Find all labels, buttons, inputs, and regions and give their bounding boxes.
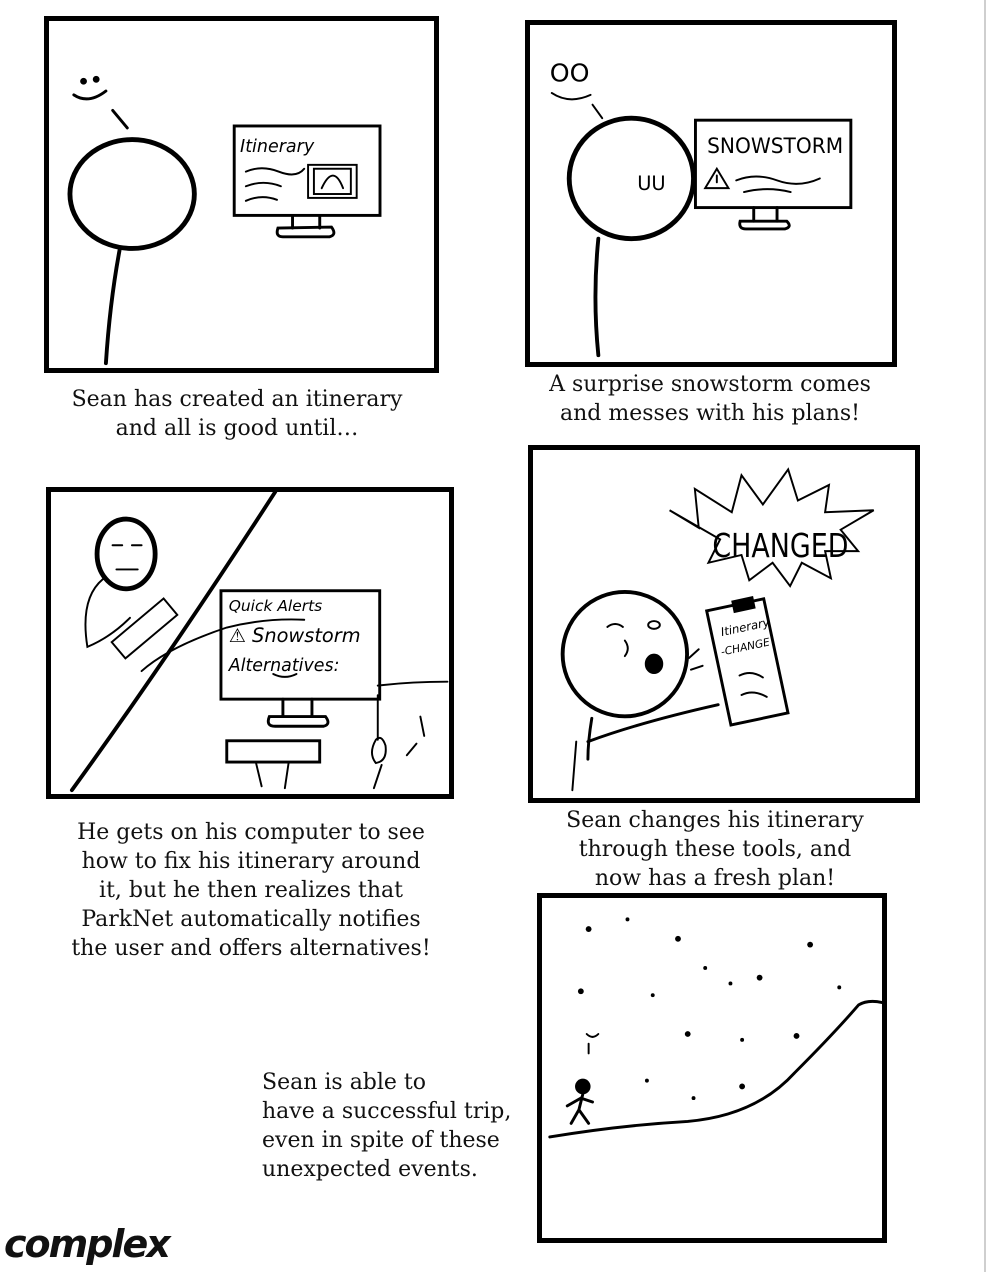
- panel-2-cheeks-text: UU: [637, 172, 665, 195]
- panel-4: CHANGED Itinerary -CHANGE: [528, 445, 920, 803]
- panel-1-caption: Sean has created an itinerary and all is…: [52, 385, 422, 443]
- panel-2-screen-text: SNOWSTORM: [707, 134, 843, 159]
- caption-line: have a successful trip,: [262, 1099, 512, 1124]
- caption-line: He gets on his computer to see: [77, 820, 425, 845]
- panel-3: Quick Alerts ⚠ Snowstorm Alternatives:: [46, 487, 454, 799]
- caption-line: ParkNet automatically notifies: [81, 907, 421, 932]
- burst-text: CHANGED: [712, 526, 848, 565]
- caption-line: through these tools, and: [578, 837, 852, 862]
- panel-3-screen-text-1: Quick Alerts: [229, 597, 323, 615]
- panel-1-screen-text: Itinerary: [240, 137, 315, 157]
- caption-line: the user and offers alternatives!: [71, 936, 431, 961]
- caption-line: A surprise snowstorm comes: [549, 372, 871, 397]
- panel-4-caption: Sean changes his itinerary through these…: [530, 806, 900, 893]
- caption-line: now has a fresh plan!: [594, 866, 836, 891]
- panel-1-drawing: Itinerary: [67, 75, 382, 366]
- panel-2-eyes-text: OO: [550, 58, 590, 87]
- caption-line: it, but he then realizes that: [99, 878, 403, 903]
- caption-line: Sean is able to: [262, 1070, 427, 1095]
- caption-line: unexpected events.: [262, 1157, 478, 1182]
- panel-3-screen-text-3: Alternatives:: [228, 656, 340, 676]
- panel-2-drawing: OO UU SNOWSTORM: [550, 58, 853, 358]
- panel-3-drawing: Quick Alerts ⚠ Snowstorm Alternatives:: [69, 492, 449, 793]
- signature: complex: [4, 1222, 171, 1266]
- panel-4-drawing: CHANGED Itinerary -CHANGE: [560, 467, 875, 792]
- phone-text-2: -CHANGE: [720, 635, 772, 658]
- panel-1: Itinerary: [44, 16, 439, 373]
- caption-line: how to fix his itinerary around: [81, 849, 421, 874]
- caption-line: Sean changes his itinerary: [566, 808, 864, 833]
- panel-5-caption: Sean is able to have a successful trip, …: [262, 1068, 542, 1184]
- panel-2-caption: A surprise snowstorm comes and messes wi…: [520, 370, 900, 428]
- panel-5: [537, 893, 887, 1243]
- panel-2: OO UU SNOWSTORM: [525, 20, 897, 367]
- caption-line: and all is good until…: [115, 416, 359, 441]
- panel-3-screen-text-2: ⚠ Snowstorm: [229, 624, 361, 647]
- caption-line: even in spite of these: [262, 1128, 500, 1153]
- panel-5-drawing: [548, 917, 882, 1139]
- caption-line: Sean has created an itinerary: [71, 387, 403, 412]
- panel-3-caption: He gets on his computer to see how to fi…: [56, 818, 446, 963]
- caption-line: and messes with his plans!: [559, 401, 861, 426]
